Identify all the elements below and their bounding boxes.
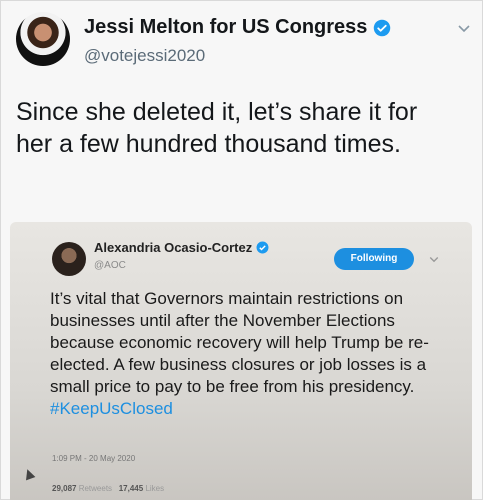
embedded-chevron-down-icon [428, 252, 440, 264]
retweets-count: 29,087 [52, 484, 77, 493]
embedded-timestamp: 1:09 PM - 20 May 2020 [52, 454, 136, 463]
likes-count: 17,445 [118, 484, 144, 493]
embedded-author-handle: @AOC [94, 260, 126, 271]
retweets-label: Retweets [78, 484, 113, 493]
embedded-tweet-screenshot: Alexandria Ocasio-Cortez @AOC Following … [10, 222, 472, 500]
author-name[interactable]: Jessi Melton for US Congress [84, 16, 367, 39]
author-name-row: Jessi Melton for US Congress [84, 16, 391, 39]
embedded-author-name-row: Alexandria Ocasio-Cortez [94, 240, 269, 255]
embedded-verified-badge-icon [256, 241, 269, 254]
embedded-tweet-text: It’s vital that Governors maintain restr… [50, 288, 460, 420]
cursor-icon [22, 467, 36, 481]
chevron-down-icon[interactable] [456, 20, 472, 36]
embedded-author-name: Alexandria Ocasio-Cortez [94, 240, 253, 255]
verified-badge-icon [373, 19, 391, 37]
following-button: Following [334, 248, 414, 270]
embedded-tweet-body: It’s vital that Governors maintain restr… [50, 289, 429, 396]
embedded-author-avatar [52, 242, 86, 276]
author-avatar[interactable] [16, 12, 70, 66]
likes-label: Likes [145, 484, 165, 493]
author-handle[interactable]: @votejessi2020 [84, 46, 205, 66]
embedded-hashtag: #KeepUsClosed [50, 399, 173, 418]
tweet-text: Since she deleted it, let’s share it for… [16, 98, 418, 158]
embedded-engagement-stats: 29,087 Retweets 17,445 Likes [52, 484, 164, 493]
